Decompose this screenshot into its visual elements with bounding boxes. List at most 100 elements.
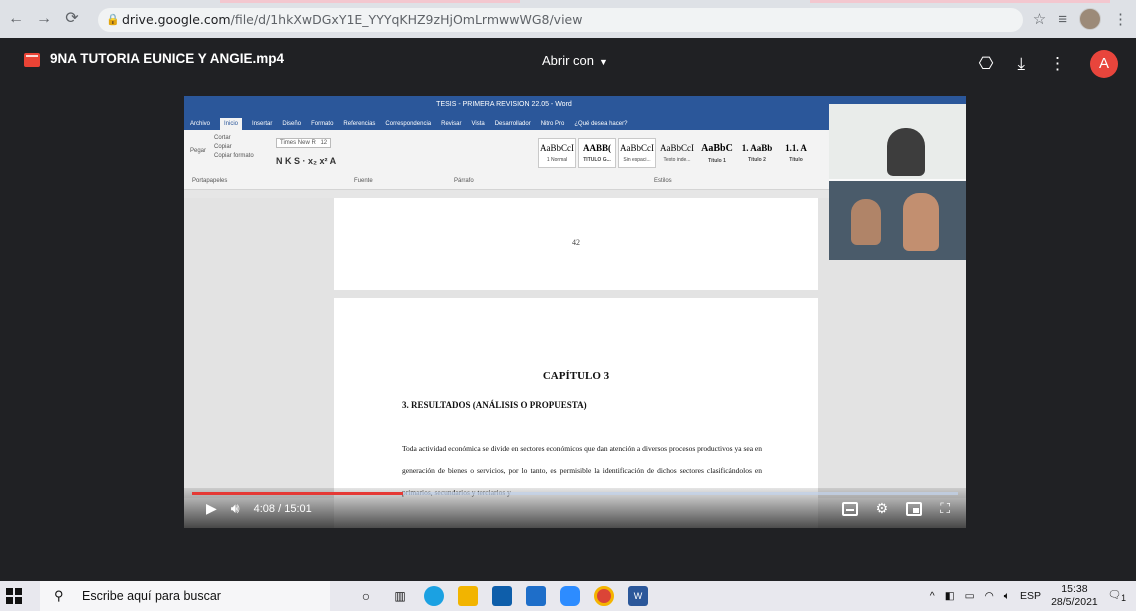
fullscreen-icon[interactable]: ⛶	[940, 500, 950, 517]
font-name: Times New R	[280, 140, 316, 146]
notifications-icon[interactable]: 🗨︎1	[1108, 588, 1126, 603]
network-icon[interactable]: ◧	[945, 590, 955, 602]
word-menu-item: Nitro Pro	[540, 121, 565, 127]
style-normal: AaBbCcI 1 Normal	[538, 138, 576, 168]
more-options-icon[interactable]: ⋮	[1049, 54, 1066, 74]
url-host: drive.google.com	[122, 12, 231, 27]
caret-down-icon: ▼	[599, 57, 608, 67]
style-sample: 1.1. A	[785, 143, 807, 153]
settings-gear-icon[interactable]: ⚙	[876, 500, 889, 517]
word-document-title: TESIS - PRIMERA REVISION 22.05 - Word	[436, 101, 572, 108]
add-to-drive-icon[interactable]: ⎔	[979, 54, 994, 74]
language-indicator[interactable]: ESP	[1020, 590, 1041, 602]
volume-icon[interactable]: 🔊︎	[231, 500, 240, 517]
pinned-apps: ○ ▥ W	[356, 586, 648, 606]
tab-indicator	[810, 0, 1110, 3]
cut-label: Cortar	[214, 135, 231, 141]
played-bar	[192, 492, 403, 495]
clipboard-actions: Cortar Copiar Copiar formato	[214, 134, 254, 161]
seek-bar[interactable]	[192, 492, 958, 495]
player-left-controls: ▶ 🔊︎ 4:08 / 15:01	[206, 500, 312, 517]
reload-icon[interactable]: ⟳	[64, 10, 80, 28]
mail-icon[interactable]	[526, 586, 546, 606]
word-menu-item: Formato	[311, 121, 334, 127]
clock[interactable]: 15:38 28/5/2021	[1051, 583, 1098, 609]
profile-avatar[interactable]	[1079, 8, 1101, 30]
taskbar-search[interactable]: ⚲ Escribe aquí para buscar	[40, 581, 330, 611]
chrome-icon[interactable]	[594, 586, 614, 606]
word-menu-item: Vista	[471, 121, 485, 127]
paragraph-group-label: Párrafo	[454, 178, 474, 184]
chapter-subtitle: 3. RESULTADOS (ANÁLISIS O PROPUESTA)	[402, 400, 587, 410]
file-explorer-icon[interactable]	[458, 586, 478, 606]
back-arrow-icon[interactable]: ←	[8, 10, 24, 28]
copy-label: Copiar	[214, 144, 232, 150]
task-view-icon[interactable]: ▥	[390, 586, 410, 606]
notification-count: 1	[1121, 593, 1126, 604]
video-player[interactable]: TESIS - PRIMERA REVISION 22.05 - Word Ar…	[184, 96, 966, 528]
clipboard-group: Pegar	[190, 134, 206, 154]
font-group-label: Fuente	[354, 178, 373, 184]
chevron-up-icon[interactable]: ^	[930, 590, 935, 602]
time-display: 4:08 / 15:01	[253, 502, 312, 515]
battery-icon[interactable]: ▭	[965, 590, 975, 602]
word-menu-item: ¿Qué desea hacer?	[574, 121, 628, 127]
style-titulo-3: 1.1. A Título	[778, 138, 814, 168]
tab-indicator	[220, 0, 520, 3]
zoom-icon[interactable]	[560, 586, 580, 606]
style-label: Título	[789, 157, 803, 163]
lock-icon[interactable]: 🔒	[106, 8, 120, 32]
windows-taskbar: ⚲ Escribe aquí para buscar ○ ▥ W ^ ◧ ▭ ◠…	[0, 581, 1136, 611]
open-with-button[interactable]: Abrir con ▼	[533, 47, 617, 75]
drive-preview-header: 9NA TUTORIA EUNICE Y ANGIE.mp4 Abrir con…	[0, 38, 1136, 88]
word-menu-item: Inicio	[220, 118, 243, 130]
style-label: Título 2	[748, 157, 766, 163]
edge-icon[interactable]	[424, 586, 444, 606]
tab-strip	[0, 0, 1136, 5]
account-avatar[interactable]: A	[1090, 50, 1118, 78]
browser-menu-icon[interactable]: ⋮	[1113, 10, 1128, 28]
style-texto: AaBbCcI Texto inde...	[658, 138, 696, 168]
nav-buttons: ← → ⟳	[8, 10, 80, 28]
cortana-icon[interactable]: ○	[356, 586, 376, 606]
styles-group-label: Estilos	[654, 178, 672, 184]
video-file-icon	[24, 53, 40, 67]
word-menu-item: Archivo	[190, 121, 211, 127]
windows-start-icon[interactable]	[6, 588, 22, 604]
style-label: TITULO G...	[583, 157, 611, 163]
player-right-controls: ⚙ ⛶	[841, 500, 950, 517]
store-icon[interactable]	[492, 586, 512, 606]
style-sample: AaBbC	[701, 143, 733, 154]
style-sample: AaBbCcI	[540, 143, 574, 153]
style-label: 1 Normal	[546, 157, 568, 163]
address-bar[interactable]: 🔒 drive.google.com/file/d/1hkXwDGxY1E_YY…	[98, 8, 1023, 32]
browser-actions: ☆ ≡ ⋮	[1033, 8, 1128, 30]
participant-figure	[851, 199, 881, 245]
bookmark-star-icon[interactable]: ☆	[1033, 10, 1046, 28]
word-icon[interactable]: W	[628, 586, 648, 606]
system-tray: ^ ◧ ▭ ◠ 🔈︎ ESP 15:38 28/5/2021 🗨︎1	[930, 581, 1126, 611]
style-titulo-2: 1. AaBb Título 2	[738, 138, 776, 168]
current-time: 4:08	[253, 502, 276, 515]
search-icon: ⚲	[54, 588, 64, 603]
download-icon[interactable]: ⤓	[1017, 54, 1025, 74]
forward-arrow-icon[interactable]: →	[36, 10, 52, 28]
speaker-icon[interactable]: 🔈︎	[1004, 590, 1010, 603]
style-sin-espaciado: AaBbCcI Sin espaci...	[618, 138, 656, 168]
style-sample: AABB(	[582, 143, 611, 153]
participant-figure	[903, 193, 939, 251]
url-path: /file/d/1hkXwDGxY1E_YYYqKHZ9zHjOmLrmwwWG…	[230, 12, 583, 27]
video-call-panel	[829, 104, 966, 260]
captions-icon[interactable]	[841, 501, 858, 516]
miniplayer-icon[interactable]	[906, 501, 923, 516]
search-placeholder: Escribe aquí para buscar	[82, 589, 221, 603]
paste-label: Pegar	[190, 148, 207, 154]
play-icon[interactable]: ▶	[206, 500, 217, 517]
word-menu-item: Correspondencia	[385, 121, 432, 127]
wifi-icon[interactable]: ◠	[985, 590, 994, 602]
reading-list-icon[interactable]: ≡	[1058, 11, 1067, 28]
word-menu-item: Referencias	[343, 121, 376, 127]
participant-video-tutor	[829, 104, 966, 179]
format-painter-label: Copiar formato	[214, 153, 254, 159]
chapter-title: CAPÍTULO 3	[542, 370, 610, 382]
